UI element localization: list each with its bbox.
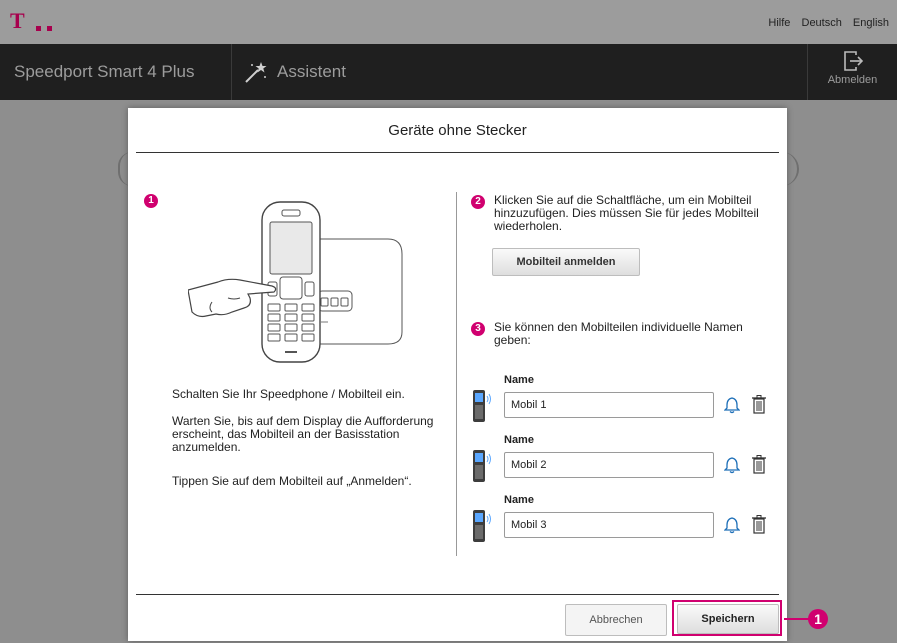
cancel-button[interactable]: Abbrechen: [565, 604, 667, 636]
step-2-text: Klicken Sie auf die Schaltfläche, um ein…: [494, 193, 759, 233]
register-handset-button[interactable]: Mobilteil anmelden: [492, 248, 640, 276]
telekom-logo[interactable]: T: [10, 8, 26, 34]
step-1-badge: 1: [144, 194, 158, 208]
trash-icon[interactable]: [751, 394, 767, 414]
callout-line: [784, 618, 810, 620]
handset-3-name-input[interactable]: [504, 512, 714, 538]
handset-2-name-label: Name: [504, 434, 534, 446]
step-2-badge: 2: [471, 195, 485, 209]
logout-icon: [843, 51, 863, 71]
trash-icon[interactable]: [751, 454, 767, 474]
handset-icon: [473, 450, 491, 482]
help-link[interactable]: Hilfe: [768, 17, 790, 29]
dialog-title: Geräte ohne Stecker: [388, 122, 527, 139]
telekom-logo-dots: [36, 18, 68, 31]
step-1-power-on-text: Schalten Sie Ihr Speedphone / Mobilteil …: [172, 387, 405, 401]
save-button[interactable]: Speichern: [677, 604, 779, 634]
step-3-badge: 3: [471, 322, 485, 336]
handset-registration-illustration: [188, 201, 403, 363]
bell-icon[interactable]: [724, 516, 740, 534]
handset-1-name-label: Name: [504, 374, 534, 386]
wand-icon: [245, 62, 267, 83]
step-1-tap-text: Tippen Sie auf dem Mobilteil auf „Anmeld…: [172, 474, 412, 488]
handset-icon: [473, 510, 491, 542]
column-divider: [456, 192, 457, 556]
dialog-header-divider: [136, 152, 779, 153]
handset-3-name-label: Name: [504, 494, 534, 506]
step-3-text: Sie können den Mobilteilen individuelle …: [494, 320, 743, 347]
language-english-link[interactable]: English: [853, 17, 889, 29]
devices-dialog: Geräte ohne Stecker 1 Schalten Sie Ihr S…: [128, 108, 787, 641]
handset-2-name-input[interactable]: [504, 452, 714, 478]
product-name[interactable]: Speedport Smart 4 Plus: [14, 62, 194, 82]
language-german-link[interactable]: Deutsch: [802, 17, 842, 29]
dialog-footer-divider: [136, 594, 779, 595]
handset-1-name-input[interactable]: [504, 392, 714, 418]
logout-button[interactable]: Abmelden: [808, 44, 897, 100]
step-1-wait-text: Warten Sie, bis auf dem Display die Auff…: [172, 414, 434, 454]
callout-badge: 1: [808, 609, 828, 629]
handset-icon: [473, 390, 491, 422]
logout-label: Abmelden: [827, 74, 878, 86]
assistant-label: Assistent: [277, 62, 346, 81]
nav-divider: [231, 44, 232, 100]
main-navbar: Speedport Smart 4 Plus Assistent Abmelde…: [0, 44, 897, 100]
bell-icon[interactable]: [724, 396, 740, 414]
trash-icon[interactable]: [751, 514, 767, 534]
bell-icon[interactable]: [724, 456, 740, 474]
assistant-nav-item[interactable]: Assistent: [243, 59, 346, 85]
top-bar: T Hilfe Deutsch English: [0, 0, 897, 44]
top-links: Hilfe Deutsch English: [768, 17, 897, 29]
